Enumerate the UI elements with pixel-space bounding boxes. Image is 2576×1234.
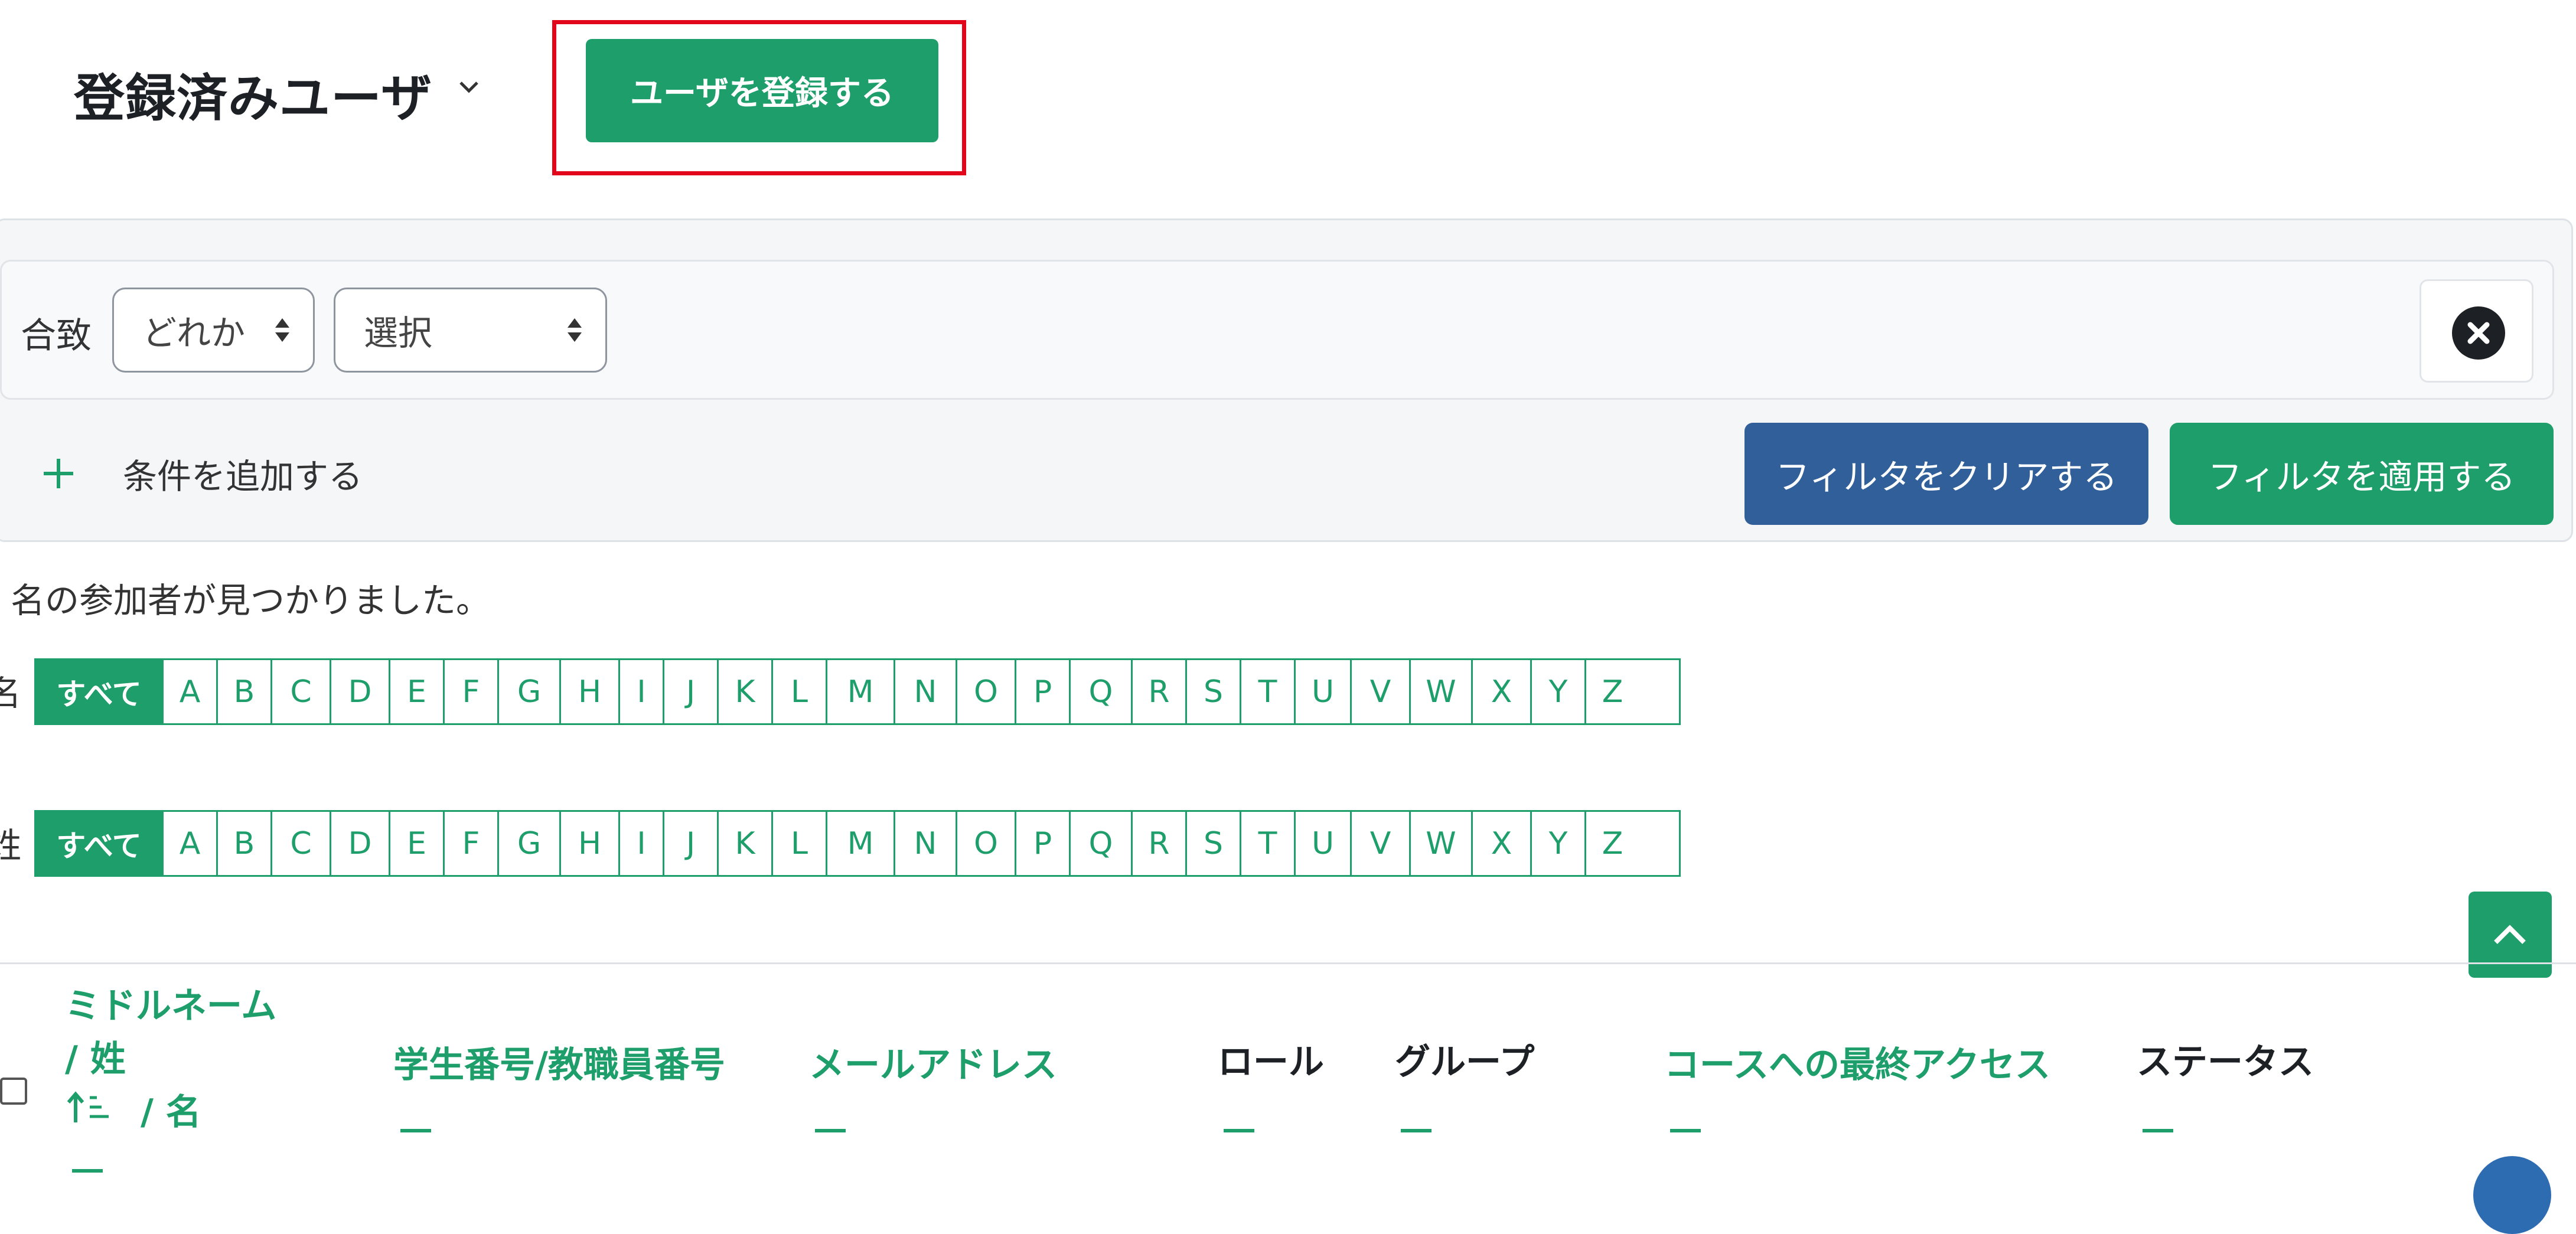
- page-title: 登録済みユーザ: [74, 69, 433, 128]
- filter-type-select-value: 選択: [364, 313, 433, 353]
- column-header-firstname[interactable]: / 名: [141, 1083, 201, 1135]
- last-name-initial-m[interactable]: M: [826, 812, 894, 875]
- last-name-initial-i[interactable]: I: [618, 812, 663, 875]
- select-all-checkbox[interactable]: [0, 1078, 27, 1105]
- filter-type-select[interactable]: 選択: [334, 288, 607, 373]
- first-name-initial-z[interactable]: Z: [1584, 660, 1639, 723]
- first-name-initial-y[interactable]: Y: [1530, 660, 1584, 723]
- first-name-initial-b[interactable]: B: [216, 660, 270, 723]
- first-name-initial-j[interactable]: J: [663, 660, 717, 723]
- match-label: 合致: [21, 315, 92, 357]
- column-header-email[interactable]: メールアドレス: [809, 1036, 1057, 1088]
- last-name-initial-label: 姓: [0, 825, 22, 866]
- sort-ascending-icon: [67, 1091, 109, 1122]
- first-name-initial-s[interactable]: S: [1185, 660, 1240, 723]
- last-name-initial-b[interactable]: B: [216, 812, 270, 875]
- column-header-middlename[interactable]: ミドルネーム: [65, 977, 276, 1029]
- first-name-initial-g[interactable]: G: [497, 660, 559, 723]
- last-name-initial-u[interactable]: U: [1294, 812, 1350, 875]
- first-name-initial-e[interactable]: E: [389, 660, 443, 723]
- first-name-initial-n[interactable]: N: [894, 660, 956, 723]
- last-name-initial-y[interactable]: Y: [1530, 812, 1584, 875]
- column-collapse-icon[interactable]: [2143, 1129, 2173, 1132]
- first-name-initial-c[interactable]: C: [270, 660, 330, 723]
- last-name-initial-n[interactable]: N: [894, 812, 956, 875]
- first-name-initial-label: 名: [0, 673, 22, 713]
- last-name-initial-c[interactable]: C: [270, 812, 330, 875]
- first-name-initial-x[interactable]: X: [1471, 660, 1530, 723]
- column-header-id-number[interactable]: 学生番号/教職員番号: [393, 1036, 725, 1088]
- add-condition-button[interactable]: 条件を追加する: [41, 444, 363, 503]
- last-name-initial-t[interactable]: T: [1240, 812, 1294, 875]
- first-name-initial-f[interactable]: F: [443, 660, 497, 723]
- first-name-initial-v[interactable]: V: [1350, 660, 1409, 723]
- first-name-initial-a[interactable]: A: [162, 660, 216, 723]
- column-collapse-icon[interactable]: [1401, 1129, 1432, 1132]
- last-name-initial-e[interactable]: E: [389, 812, 443, 875]
- last-name-initial-p[interactable]: P: [1015, 812, 1069, 875]
- participants-count: 名の参加者が見つかりました。: [11, 580, 491, 621]
- last-name-initial-j[interactable]: J: [663, 812, 717, 875]
- last-name-initial-d[interactable]: D: [330, 812, 389, 875]
- first-name-initial-u[interactable]: U: [1294, 660, 1350, 723]
- first-name-initial-p[interactable]: P: [1015, 660, 1069, 723]
- last-name-initial-v[interactable]: V: [1350, 812, 1409, 875]
- apply-filters-button[interactable]: フィルタを適用する: [2170, 423, 2554, 525]
- first-name-initial-w[interactable]: W: [1409, 660, 1471, 723]
- last-name-initial-s[interactable]: S: [1185, 812, 1240, 875]
- initial-all-button[interactable]: すべて: [36, 812, 162, 875]
- chevron-up-icon: [2494, 925, 2526, 944]
- last-name-initial-l[interactable]: L: [771, 812, 826, 875]
- remove-filter-row-button[interactable]: [2420, 279, 2533, 383]
- table-divider: [0, 962, 2576, 964]
- first-name-initial-d[interactable]: D: [330, 660, 389, 723]
- column-collapse-icon[interactable]: [72, 1169, 103, 1173]
- last-name-initial-q[interactable]: Q: [1069, 812, 1131, 875]
- last-name-initial-w[interactable]: W: [1409, 812, 1471, 875]
- plus-icon: [44, 459, 73, 488]
- column-header-roles: ロール: [1218, 1042, 1324, 1083]
- column-collapse-icon[interactable]: [1670, 1129, 1701, 1132]
- help-button[interactable]: [2473, 1156, 2551, 1234]
- first-name-initials-bar: すべて ABCDEFGHIJKLMNOPQRSTUVWXYZ: [34, 658, 1681, 725]
- column-header-lastname[interactable]: / 姓: [65, 1030, 126, 1082]
- column-header-groups: グループ: [1395, 1042, 1535, 1083]
- add-condition-label: 条件を追加する: [123, 456, 363, 497]
- last-name-initial-r[interactable]: R: [1131, 812, 1185, 875]
- chevron-down-icon[interactable]: [454, 72, 484, 103]
- first-name-initial-o[interactable]: O: [956, 660, 1015, 723]
- last-name-initial-f[interactable]: F: [443, 812, 497, 875]
- last-name-initials-bar: すべて ABCDEFGHIJKLMNOPQRSTUVWXYZ: [34, 810, 1681, 877]
- select-arrows-icon: [275, 318, 289, 342]
- first-name-initial-m[interactable]: M: [826, 660, 894, 723]
- select-arrows-icon: [568, 318, 582, 342]
- last-name-initial-a[interactable]: A: [162, 812, 216, 875]
- match-select[interactable]: どれか: [112, 288, 315, 373]
- clear-filters-button[interactable]: フィルタをクリアする: [1744, 423, 2148, 525]
- first-name-initial-t[interactable]: T: [1240, 660, 1294, 723]
- last-name-initial-h[interactable]: H: [559, 812, 618, 875]
- column-collapse-icon[interactable]: [815, 1129, 846, 1132]
- first-name-initial-q[interactable]: Q: [1069, 660, 1131, 723]
- last-name-initial-z[interactable]: Z: [1584, 812, 1639, 875]
- last-name-initial-g[interactable]: G: [497, 812, 559, 875]
- column-header-status: ステータス: [2137, 1042, 2314, 1083]
- column-collapse-icon[interactable]: [400, 1129, 431, 1132]
- first-name-initial-i[interactable]: I: [618, 660, 663, 723]
- column-header-last-access[interactable]: コースへの最終アクセス: [1664, 1036, 2050, 1088]
- column-collapse-icon[interactable]: [1224, 1129, 1254, 1132]
- last-name-initial-o[interactable]: O: [956, 812, 1015, 875]
- back-to-top-button[interactable]: [2469, 892, 2552, 978]
- last-name-initial-k[interactable]: K: [717, 812, 771, 875]
- enrol-users-button[interactable]: ユーザを登録する: [586, 39, 938, 142]
- close-icon: [2452, 306, 2505, 360]
- first-name-initial-h[interactable]: H: [559, 660, 618, 723]
- initial-all-button[interactable]: すべて: [36, 660, 162, 723]
- first-name-initial-k[interactable]: K: [717, 660, 771, 723]
- last-name-initial-x[interactable]: X: [1471, 812, 1530, 875]
- first-name-initial-l[interactable]: L: [771, 660, 826, 723]
- first-name-initial-r[interactable]: R: [1131, 660, 1185, 723]
- match-select-value: どれか: [142, 313, 246, 353]
